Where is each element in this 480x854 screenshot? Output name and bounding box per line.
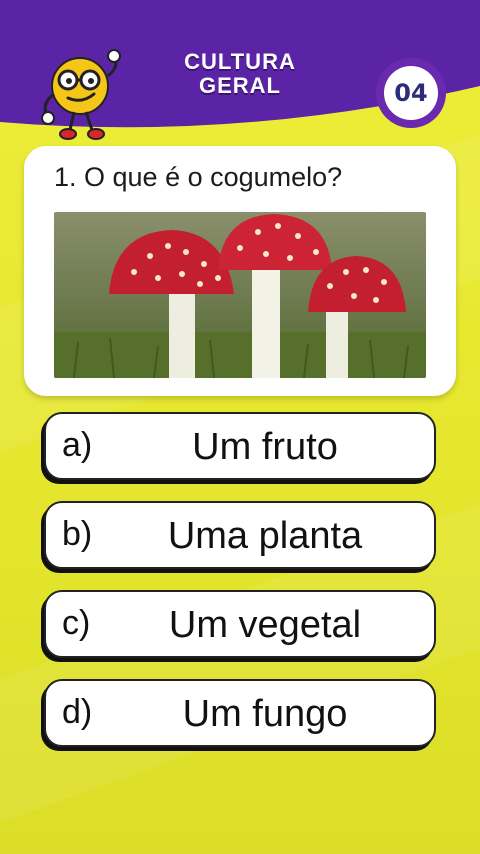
answer-option-b[interactable]: b) Uma planta xyxy=(44,501,436,569)
question-counter-value: 04 xyxy=(384,66,438,120)
answer-text: Um vegetal xyxy=(168,604,362,646)
answer-option-a[interactable]: a) Um fruto xyxy=(44,412,436,480)
question-counter: 04 xyxy=(376,58,446,128)
answer-option-d[interactable]: d) Um fungo xyxy=(44,679,436,747)
answer-text: Uma planta xyxy=(167,515,363,557)
answer-letter: b) xyxy=(62,515,93,553)
question-card: 1. O que é o cogumelo? xyxy=(24,146,456,396)
answer-letter: a) xyxy=(62,426,93,464)
answer-option-c[interactable]: c) Um vegetal xyxy=(44,590,436,658)
answer-letter: c) xyxy=(62,604,91,642)
answer-text: Um fungo xyxy=(182,693,348,735)
mushroom-photo xyxy=(54,212,426,378)
question-text: 1. O que é o cogumelo? xyxy=(54,162,343,192)
answer-letter: d) xyxy=(62,693,93,731)
answer-text: Um fruto xyxy=(192,426,338,468)
